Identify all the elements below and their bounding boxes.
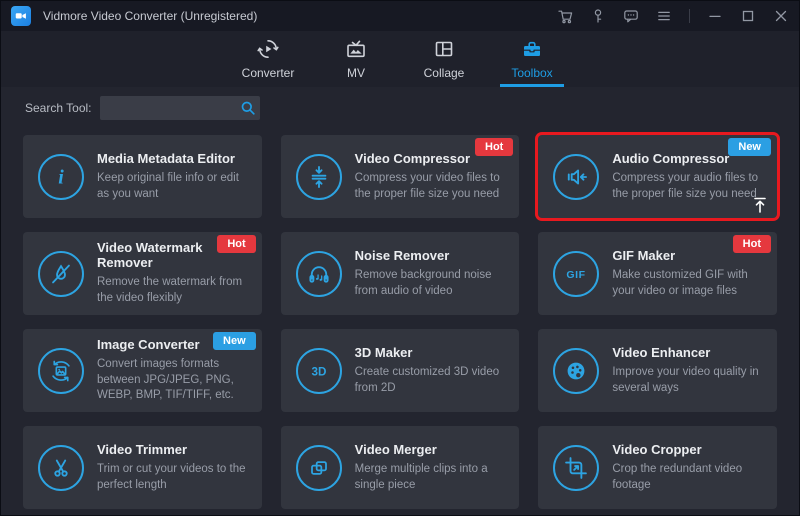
search-label: Search Tool: — [25, 101, 92, 115]
converter-icon — [256, 37, 280, 61]
info-icon: i — [38, 154, 84, 200]
cart-icon[interactable] — [557, 8, 573, 24]
feedback-icon[interactable] — [623, 8, 639, 24]
app-logo-icon — [11, 6, 31, 26]
tool-card-3d-maker[interactable]: 3D 3D Maker Create customized 3D video fro… — [281, 329, 520, 412]
minimize-button[interactable] — [707, 8, 723, 24]
search-box — [100, 96, 260, 120]
tool-card-media-metadata-editor[interactable]: i Media Metadata Editor Keep original file… — [23, 135, 262, 218]
3d-icon: 3D — [296, 348, 342, 394]
hot-badge: Hot — [733, 235, 771, 253]
tool-title: Video Merger — [355, 442, 508, 457]
tool-description: Remove the watermark from the video flex… — [97, 275, 250, 306]
close-button[interactable] — [773, 8, 789, 24]
gif-icon: GIF — [553, 251, 599, 297]
tool-title: 3D Maker — [355, 345, 508, 360]
tool-description: Make customized GIF with your video or i… — [612, 268, 765, 299]
svg-text:i: i — [58, 166, 64, 188]
tool-card-video-compressor[interactable]: HotVideo CompressorCompress your video f… — [281, 135, 520, 218]
maximize-button[interactable] — [740, 8, 756, 24]
search-icon[interactable] — [240, 100, 256, 116]
mv-icon — [344, 37, 368, 61]
tool-card-image-converter[interactable]: NewImage ConverterConvert images formats… — [23, 329, 262, 412]
audio-compress-icon — [553, 154, 599, 200]
tool-description: Merge multiple clips into a single piece — [355, 462, 508, 493]
tool-card-text: Noise Remover Remove background noise fro… — [355, 248, 508, 299]
tool-card-audio-compressor[interactable]: NewAudio CompressorCompress your audio f… — [538, 135, 777, 218]
tool-description: Remove background noise from audio of vi… — [355, 268, 508, 299]
tab-mv-label: MV — [347, 66, 365, 80]
collage-icon — [432, 37, 456, 61]
headphones-icon — [296, 251, 342, 297]
new-badge: New — [213, 332, 256, 350]
tool-card-text: Video Cropper Crop the redundant video fo… — [612, 442, 765, 493]
hot-badge: Hot — [217, 235, 255, 253]
new-badge: New — [728, 138, 771, 156]
tool-title: Noise Remover — [355, 248, 508, 263]
tool-title: Video Enhancer — [612, 345, 765, 360]
tool-description: Compress your video files to the proper … — [355, 171, 508, 202]
tool-card-text: Audio CompressorCompress your audio file… — [612, 151, 765, 202]
main-nav: Converter MV Collage — [1, 31, 799, 87]
compress-icon — [296, 154, 342, 200]
tool-title: Media Metadata Editor — [97, 151, 250, 166]
tool-title: Video Trimmer — [97, 442, 250, 457]
tab-toolbox[interactable]: Toolbox — [503, 31, 561, 87]
titlebar: Vidmore Video Converter (Unregistered) — [1, 1, 799, 31]
tool-description: Convert images formats between JPG/JPEG,… — [97, 357, 250, 404]
tools-grid: i Media Metadata Editor Keep original file… — [1, 129, 799, 509]
tab-converter-label: Converter — [242, 66, 295, 80]
tool-card-video-watermark-remover[interactable]: HotVideo Watermark RemoverRemove the wat… — [23, 232, 262, 315]
search-input[interactable] — [106, 101, 240, 115]
tool-description: Trim or cut your videos to the perfect l… — [97, 462, 250, 493]
tool-card-video-trimmer[interactable]: Video Trimmer Trim or cut your videos to … — [23, 426, 262, 509]
tool-description: Crop the redundant video footage — [612, 462, 765, 493]
tool-card-text: Video Enhancer Improve your video quality… — [612, 345, 765, 396]
tool-description: Create customized 3D video from 2D — [355, 365, 508, 396]
tool-card-text: Video Trimmer Trim or cut your videos to … — [97, 442, 250, 493]
search-row: Search Tool: — [1, 87, 799, 129]
tab-toolbox-label: Toolbox — [511, 66, 552, 80]
tool-card-video-enhancer[interactable]: Video Enhancer Improve your video quality… — [538, 329, 777, 412]
tool-card-video-cropper[interactable]: Video Cropper Crop the redundant video fo… — [538, 426, 777, 509]
tool-description: Compress your audio files to the proper … — [612, 171, 765, 202]
titlebar-actions — [557, 8, 789, 24]
window-title: Vidmore Video Converter (Unregistered) — [43, 9, 257, 23]
tool-card-text: Media Metadata Editor Keep original file … — [97, 151, 250, 202]
app-window: Vidmore Video Converter (Unregistered) — [1, 1, 799, 515]
crop-icon — [553, 445, 599, 491]
hot-badge: Hot — [475, 138, 513, 156]
tab-collage-label: Collage — [424, 66, 465, 80]
tool-card-text: 3D Maker Create customized 3D video from … — [355, 345, 508, 396]
tool-card-video-merger[interactable]: Video Merger Merge multiple clips into a … — [281, 426, 520, 509]
svg-text:GIF: GIF — [567, 269, 586, 281]
tab-converter[interactable]: Converter — [239, 31, 297, 87]
tool-card-text: Video CompressorCompress your video file… — [355, 151, 508, 202]
titlebar-divider — [689, 9, 690, 23]
svg-text:3D: 3D — [311, 365, 326, 378]
register-key-icon[interactable] — [590, 8, 606, 24]
tool-card-text: Video Merger Merge multiple clips into a … — [355, 442, 508, 493]
tool-description: Improve your video quality in several wa… — [612, 365, 765, 396]
tab-collage[interactable]: Collage — [415, 31, 473, 87]
menu-icon[interactable] — [656, 8, 672, 24]
palette-icon — [553, 348, 599, 394]
scroll-top-icon[interactable] — [750, 195, 770, 215]
tool-card-text: GIF MakerMake customized GIF with your v… — [612, 248, 765, 299]
tool-card-noise-remover[interactable]: Noise Remover Remove background noise fro… — [281, 232, 520, 315]
image-convert-icon — [38, 348, 84, 394]
tool-title: Video Cropper — [612, 442, 765, 457]
tool-card-gif-maker[interactable]: Hot GIF GIF MakerMake customized GIF with … — [538, 232, 777, 315]
merge-icon — [296, 445, 342, 491]
toolbox-icon — [520, 37, 544, 61]
tab-mv[interactable]: MV — [327, 31, 385, 87]
watermark-remover-icon — [38, 251, 84, 297]
scissors-icon — [38, 445, 84, 491]
tool-description: Keep original file info or edit as you w… — [97, 171, 250, 202]
